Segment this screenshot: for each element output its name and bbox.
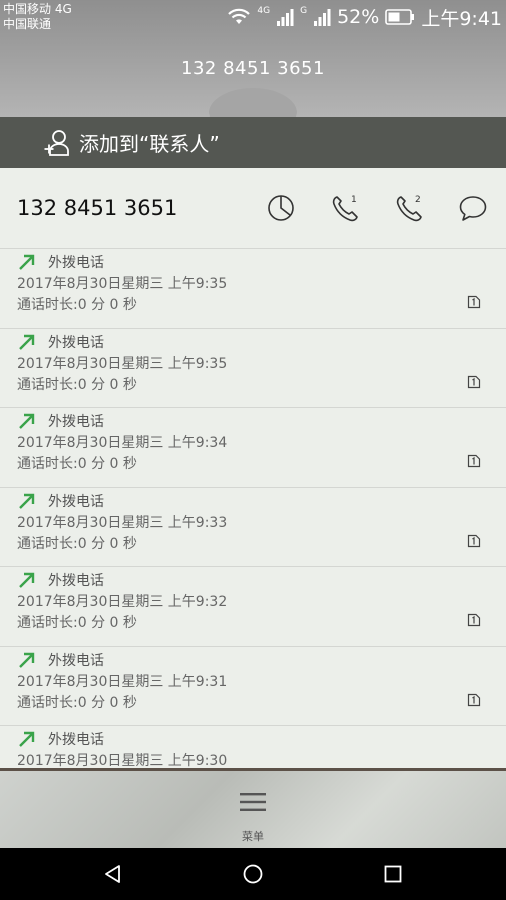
add-to-contacts-button[interactable]: 添加到“联系人”: [0, 117, 506, 168]
call-type: 外拨电话: [48, 573, 104, 589]
call-history-list: 外拨电话 2017年8月30日星期三 上午9:35 通话时长:0 分 0 秒外拨电话…: [0, 249, 506, 768]
call-date: 2017年8月30日星期三 上午9:33: [17, 514, 228, 531]
outgoing-call-icon: [19, 493, 35, 509]
call-type: 外拨电话: [48, 493, 104, 510]
sim1-icon: [467, 295, 481, 309]
call-duration: 通话时长:0 分 0 秒: [17, 694, 137, 711]
call-log-item[interactable]: 外拨电话 2017年8月30日星期三 上午9:33 通话时长:0 分 0 秒: [0, 488, 506, 567]
battery-percent: 52%: [337, 6, 380, 28]
carrier-1: 中国移动 4G: [3, 2, 72, 16]
call-date: 2017年8月30日星期三 上午9:35: [17, 276, 228, 292]
outgoing-call-icon: [19, 731, 35, 747]
outgoing-call-icon: [19, 334, 35, 350]
sim1-label: 1: [351, 195, 357, 205]
add-person-icon: [44, 129, 70, 157]
signal-icon: [276, 8, 294, 26]
call-detail-content: 132 8451 3651 1 2 外拨电话 2017年8月30日星期三 上午9…: [0, 168, 506, 768]
contact-header: 中国移动 4G 中国联通 4G G 52% 上午9:41 132 8451 36…: [0, 0, 506, 117]
signal-icon: [313, 8, 331, 26]
call-duration: 通话时长:0 分 0 秒: [17, 376, 137, 393]
call-log-item[interactable]: 外拨电话 2017年8月30日星期三 上午9:30: [0, 726, 506, 768]
call-date: 2017年8月30日星期三 上午9:35: [17, 355, 228, 372]
avatar-placeholder: [209, 88, 297, 117]
call-duration: 通话时长:0 分 0 秒: [17, 456, 137, 472]
menu-button[interactable]: 菜单: [0, 768, 506, 848]
carrier-info: 中国移动 4G 中国联通: [3, 2, 72, 32]
sim1-icon: [467, 534, 481, 547]
call-date: 2017年8月30日星期三 上午9:32: [17, 594, 228, 610]
recents-icon[interactable]: [382, 863, 404, 885]
status-icons: 4G G 52% 上午9:41: [227, 5, 502, 30]
back-icon[interactable]: [102, 863, 124, 885]
menu-icon: [240, 793, 266, 811]
call-type: 外拨电话: [48, 732, 104, 748]
outgoing-call-icon: [19, 254, 35, 270]
outgoing-call-icon: [19, 652, 35, 668]
sim1-icon: [467, 454, 481, 468]
call-date: 2017年8月30日星期三 上午9:31: [17, 673, 228, 690]
call-sim2-icon[interactable]: 2: [393, 192, 425, 224]
sim1-icon: [467, 693, 481, 706]
chart-icon[interactable]: [265, 192, 297, 224]
sim2-network: G: [300, 6, 308, 16]
call-type: 外拨电话: [48, 414, 104, 430]
call-type: 外拨电话: [48, 334, 104, 351]
navigation-bar: [0, 848, 506, 900]
sim1-icon: [467, 613, 481, 627]
call-date: 2017年8月30日星期三 上午9:30: [17, 753, 228, 768]
home-icon[interactable]: [242, 863, 264, 885]
call-log-item[interactable]: 外拨电话 2017年8月30日星期三 上午9:31 通话时长:0 分 0 秒: [0, 647, 506, 726]
status-bar: 中国移动 4G 中国联通 4G G 52% 上午9:41: [0, 0, 506, 36]
battery-icon: [385, 9, 415, 25]
header-phone-number: 132 8451 3651: [181, 58, 325, 79]
call-log-item[interactable]: 外拨电话 2017年8月30日星期三 上午9:34 通话时长:0 分 0 秒: [0, 408, 506, 488]
clock: 上午9:41: [421, 7, 502, 30]
carrier-2: 中国联通: [3, 17, 52, 31]
message-icon[interactable]: [457, 192, 489, 224]
call-type: 外拨电话: [48, 652, 104, 669]
call-type: 外拨电话: [48, 255, 104, 271]
call-duration: 通话时长:0 分 0 秒: [17, 297, 137, 313]
sim1-icon: [467, 375, 481, 388]
call-duration: 通话时长:0 分 0 秒: [17, 615, 137, 631]
call-sim1-icon[interactable]: 1: [329, 192, 361, 224]
call-log-item[interactable]: 外拨电话 2017年8月30日星期三 上午9:35 通话时长:0 分 0 秒: [0, 249, 506, 329]
wifi-icon: [227, 8, 251, 26]
outgoing-call-icon: [19, 572, 35, 588]
call-log-item[interactable]: 外拨电话 2017年8月30日星期三 上午9:32 通话时长:0 分 0 秒: [0, 567, 506, 647]
sim2-label: 2: [415, 195, 421, 205]
number-actions-row: 132 8451 3651 1 2: [0, 168, 506, 249]
call-duration: 通话时长:0 分 0 秒: [17, 535, 137, 552]
call-log-item[interactable]: 外拨电话 2017年8月30日星期三 上午9:35 通话时长:0 分 0 秒: [0, 329, 506, 408]
detail-phone-number: 132 8451 3651: [17, 196, 178, 220]
outgoing-call-icon: [19, 413, 35, 429]
call-date: 2017年8月30日星期三 上午9:34: [17, 435, 228, 451]
sim1-network: 4G: [257, 6, 271, 16]
menu-label: 菜单: [242, 830, 264, 843]
add-to-contacts-label: 添加到“联系人”: [79, 132, 220, 156]
